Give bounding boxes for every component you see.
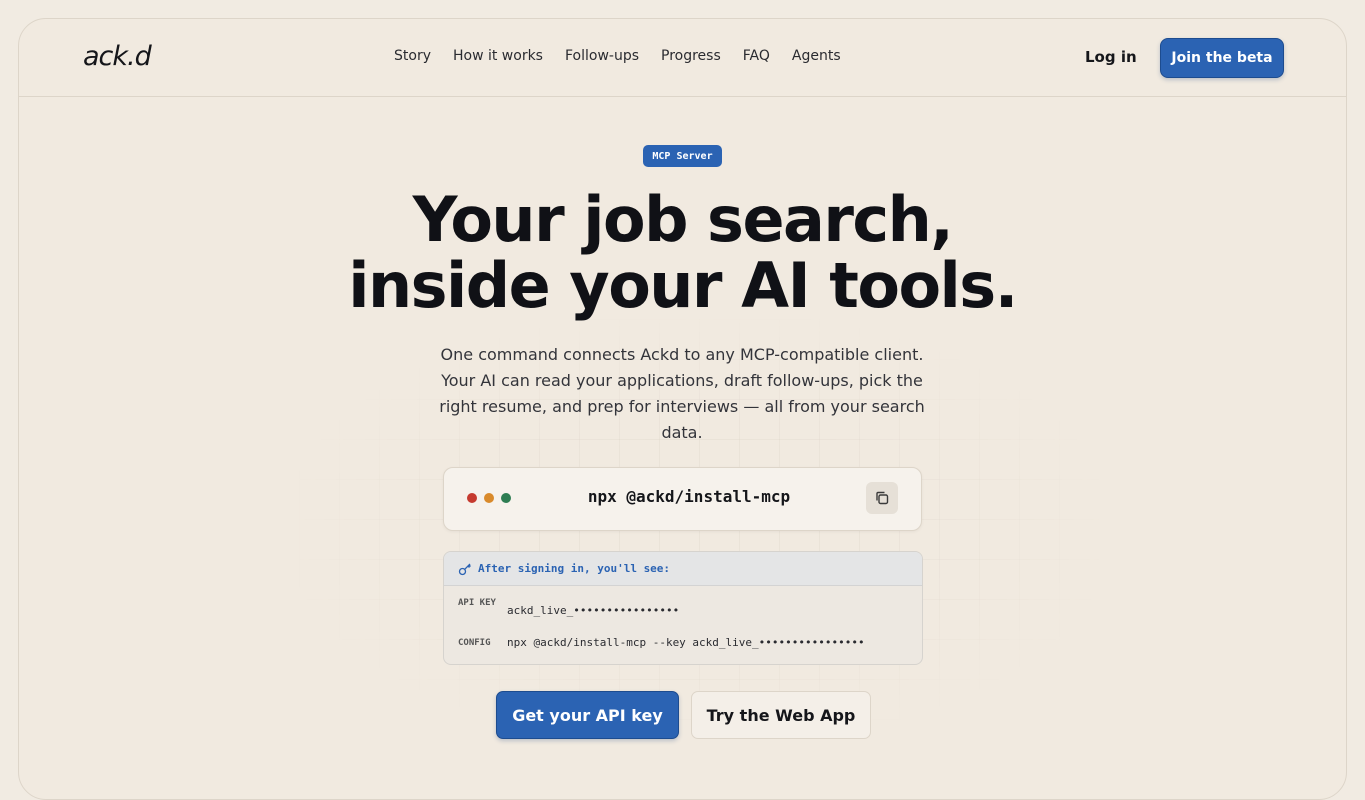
try-web-app-button[interactable]: Try the Web App (691, 691, 871, 739)
copy-button[interactable] (866, 482, 898, 514)
get-api-key-button[interactable]: Get your API key (496, 691, 679, 739)
api-key-value: ackd_live_•••••••••••••••• (507, 604, 680, 617)
install-command-box: npx @ackd/install-mcp (443, 467, 922, 531)
mcp-server-badge: MCP Server (643, 145, 722, 167)
nav-agents[interactable]: Agents (792, 48, 841, 64)
join-beta-button[interactable]: Join the beta (1160, 38, 1284, 78)
nav-progress[interactable]: Progress (661, 48, 721, 64)
nav-faq[interactable]: FAQ (743, 48, 770, 64)
key-icon (458, 563, 471, 575)
install-command: npx @ackd/install-mcp (587, 487, 791, 506)
nav-how-it-works[interactable]: How it works (453, 48, 543, 64)
site-header: ack.d Story How it works Follow-ups Prog… (19, 19, 1346, 97)
config-row: CONFIG npx @ackd/install-mcp --key ackd_… (458, 635, 865, 651)
api-key-row: API KEY ackd_live_•••••••••••••••• (458, 595, 679, 619)
headline-line-2: inside your AI tools. (348, 249, 1018, 322)
nav-follow-ups[interactable]: Follow-ups (565, 48, 639, 64)
api-key-preview: After signing in, you'll see: API KEY ac… (443, 551, 923, 665)
preview-heading: After signing in, you'll see: (478, 562, 671, 575)
login-link[interactable]: Log in (1085, 48, 1137, 66)
config-label: CONFIG (458, 638, 491, 648)
api-key-label: API KEY (458, 598, 496, 608)
config-value: npx @ackd/install-mcp --key ackd_live_••… (507, 636, 865, 649)
hero-headline: Your job search, inside your AI tools. (19, 187, 1346, 319)
hero-subtext: One command connects Ackd to any MCP-com… (439, 345, 925, 442)
nav-story[interactable]: Story (394, 48, 431, 64)
copy-icon (876, 491, 889, 505)
main-nav: Story How it works Follow-ups Progress F… (394, 48, 841, 64)
headline-line-1: Your job search, (412, 183, 954, 256)
preview-header: After signing in, you'll see: (444, 552, 922, 586)
page-frame: ack.d Story How it works Follow-ups Prog… (18, 18, 1347, 800)
logo[interactable]: ack.d (83, 41, 152, 72)
